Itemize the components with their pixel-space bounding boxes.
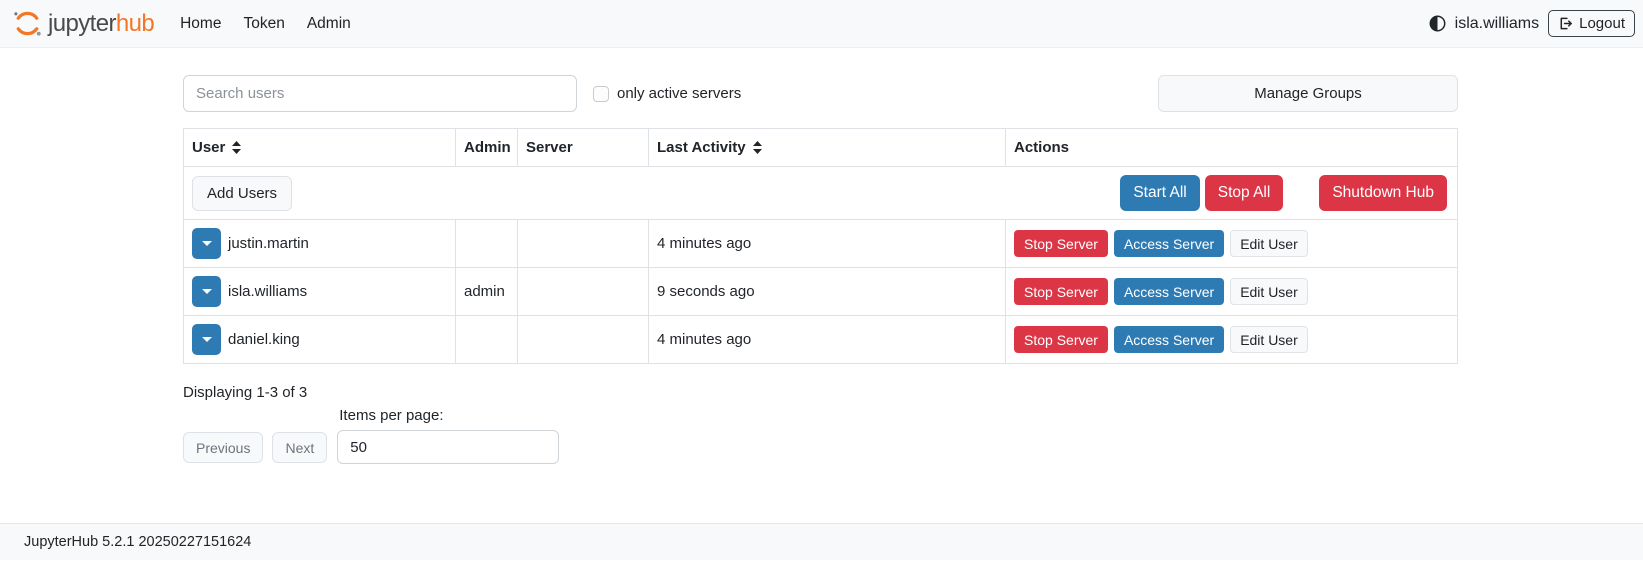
logout-icon [1558,16,1573,31]
stop-server-button[interactable]: Stop Server [1014,230,1108,257]
admin-panel: only active servers Manage Groups User [183,75,1458,464]
last-activity-cell: 4 minutes ago [649,316,1006,364]
logout-label: Logout [1579,15,1625,32]
user-cell: daniel.king [184,316,456,364]
next-page-button[interactable]: Next [272,432,327,463]
edit-user-button[interactable]: Edit User [1230,230,1308,257]
brand-jupyter: jupyter [48,10,116,37]
stop-server-button[interactable]: Stop Server [1014,326,1108,353]
user-cell: isla.williams [184,268,456,316]
admin-cell: admin [456,268,518,316]
username: justin.martin [228,235,309,252]
actions-cell: Stop Server Access Server Edit User [1006,220,1458,268]
user-header-label: User [192,139,225,156]
column-header-server: Server [518,129,649,167]
access-server-button[interactable]: Access Server [1114,278,1224,305]
brand-hub: hub [116,10,154,37]
column-header-user[interactable]: User [184,129,456,167]
jupyterhub-logo-icon [12,8,43,39]
navbar-right: isla.williams Logout [1429,10,1635,37]
column-header-last-activity[interactable]: Last Activity [649,129,1006,167]
table-row: daniel.king 4 minutes ago Stop Server Ac… [184,316,1458,364]
server-cell [518,316,649,364]
table-row: isla.williams admin 9 seconds ago Stop S… [184,268,1458,316]
admin-cell [456,220,518,268]
server-cell [518,268,649,316]
items-per-page: Items per page: [337,407,559,464]
navbar: jupyterhub Home Token Admin isla.william… [0,0,1643,48]
users-table: User Admin Server Last Activity [183,128,1458,364]
footer: JupyterHub 5.2.1 20250227151624 [0,523,1643,560]
only-active-filter[interactable]: only active servers [593,85,741,102]
current-username: isla.williams [1455,15,1539,33]
search-input[interactable] [183,75,577,112]
only-active-checkbox[interactable] [593,86,609,102]
items-per-page-input[interactable] [337,430,559,464]
jupyterhub-brand[interactable]: jupyterhub [12,8,154,39]
add-users-button[interactable]: Add Users [192,176,292,211]
start-all-button[interactable]: Start All [1120,175,1199,211]
bulk-actions: Start All Stop All Shutdown Hub [1120,175,1449,211]
manage-groups-button[interactable]: Manage Groups [1158,75,1458,112]
last-activity-header-label: Last Activity [657,139,746,156]
admin-cell [456,316,518,364]
items-per-page-label: Items per page: [339,407,559,424]
last-activity-cell: 4 minutes ago [649,220,1006,268]
actions-cell: Stop Server Access Server Edit User [1006,268,1458,316]
shutdown-hub-button[interactable]: Shutdown Hub [1319,175,1447,211]
chevron-down-icon [202,241,212,246]
brand-text: jupyterhub [48,10,154,38]
username: daniel.king [228,331,300,348]
pagination-controls: Previous Next Items per page: [183,407,1458,464]
user-dropdown-toggle[interactable] [192,324,221,355]
previous-page-button[interactable]: Previous [183,432,263,463]
chevron-down-icon [202,337,212,342]
table-controls-row: Add Users Start All Stop All Shutdown Hu… [184,167,1458,220]
theme-toggle-icon[interactable] [1429,15,1446,32]
sort-icon[interactable] [752,141,763,154]
pagination-summary: Displaying 1-3 of 3 [183,384,1458,401]
nav-link-token[interactable]: Token [243,15,284,33]
column-header-admin: Admin [456,129,518,167]
stop-all-button[interactable]: Stop All [1205,175,1284,211]
chevron-down-icon [202,289,212,294]
edit-user-button[interactable]: Edit User [1230,278,1308,305]
sort-icon[interactable] [231,141,242,154]
access-server-button[interactable]: Access Server [1114,230,1224,257]
user-dropdown-toggle[interactable] [192,228,221,259]
version-text: JupyterHub 5.2.1 20250227151624 [24,534,251,550]
column-header-actions: Actions [1006,129,1458,167]
last-activity-cell: 9 seconds ago [649,268,1006,316]
logout-button[interactable]: Logout [1548,10,1635,37]
table-header-row: User Admin Server Last Activity [184,129,1458,167]
username: isla.williams [228,283,307,300]
nav-links: Home Token Admin [180,15,351,33]
table-row: justin.martin 4 minutes ago Stop Server … [184,220,1458,268]
user-dropdown-toggle[interactable] [192,276,221,307]
access-server-button[interactable]: Access Server [1114,326,1224,353]
nav-link-home[interactable]: Home [180,15,221,33]
stop-server-button[interactable]: Stop Server [1014,278,1108,305]
edit-user-button[interactable]: Edit User [1230,326,1308,353]
actions-cell: Stop Server Access Server Edit User [1006,316,1458,364]
nav-link-admin[interactable]: Admin [307,15,351,33]
only-active-label: only active servers [617,85,741,102]
server-cell [518,220,649,268]
toolbar: only active servers Manage Groups [183,75,1458,112]
user-cell: justin.martin [184,220,456,268]
